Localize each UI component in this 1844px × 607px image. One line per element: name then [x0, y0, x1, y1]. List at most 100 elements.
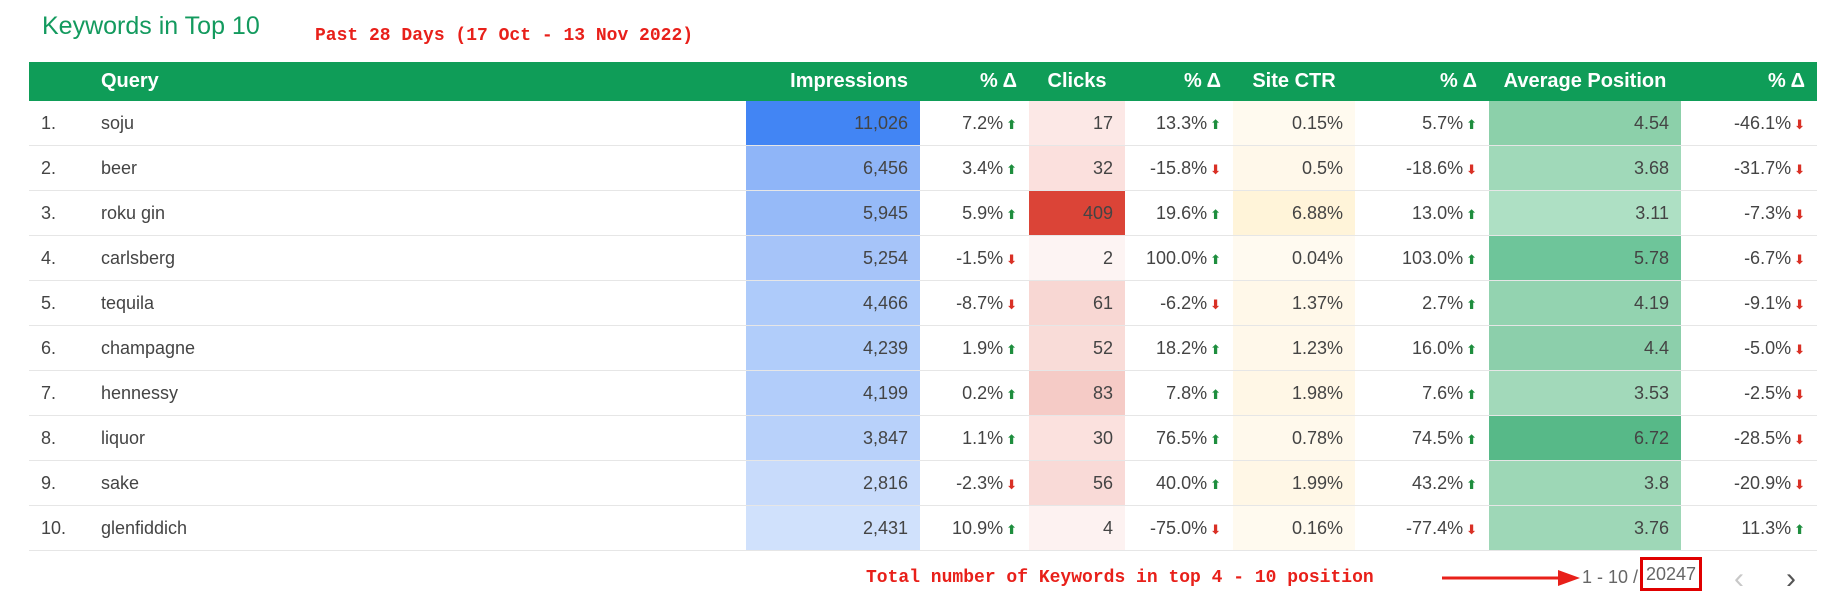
impressions-delta-cell: 1.9% ⬆: [920, 325, 1029, 371]
arrow-up-icon: ⬆: [1466, 116, 1477, 132]
impressions-header[interactable]: Impressions: [746, 62, 920, 101]
arrow-down-icon: ⬇: [1794, 341, 1805, 357]
average-position-cell: 3.8: [1489, 460, 1681, 506]
impressions-cell: 2,431: [746, 505, 920, 551]
table-row[interactable]: 4. carlsberg 5,254 -1.5% ⬇ 2 100.0% ⬆ 0.04% 103.0…: [29, 235, 1817, 281]
arrow-down-icon: ⬇: [1210, 296, 1221, 312]
site-ctr-delta-cell: 13.0% ⬆: [1355, 190, 1489, 236]
arrow-up-icon: ⬆: [1006, 341, 1017, 357]
chevron-right-icon[interactable]: ›: [1776, 564, 1806, 596]
arrow-up-icon: ⬆: [1466, 431, 1477, 447]
arrow-up-icon: ⬆: [1006, 116, 1017, 132]
site-ctr-header[interactable]: Site CTR: [1233, 62, 1355, 101]
delta-value: 11.3%: [1741, 517, 1792, 538]
arrow-down-icon: ⬇: [1794, 386, 1805, 402]
arrow-down-icon: ⬇: [1794, 296, 1805, 312]
arrow-up-icon: ⬆: [1466, 341, 1477, 357]
average-position-cell: 4.4: [1489, 325, 1681, 371]
arrow-down-icon: ⬇: [1794, 251, 1805, 267]
average-position-delta-cell: -20.9% ⬇: [1681, 460, 1817, 506]
site-ctr-cell: 0.04%: [1233, 235, 1355, 281]
query-header[interactable]: Query: [89, 62, 746, 101]
clicks-delta-header[interactable]: % Δ: [1125, 62, 1233, 101]
query-cell: soju: [89, 101, 746, 146]
average-position-delta-cell: -6.7% ⬇: [1681, 235, 1817, 281]
table-row[interactable]: 9. sake 2,816 -2.3% ⬇ 56 40.0% ⬆ 1.99% 43.2% ⬆ 3.8-…: [29, 460, 1817, 506]
average-position-cell: 6.72: [1489, 415, 1681, 461]
arrow-up-icon: ⬆: [1466, 296, 1477, 312]
table-row[interactable]: 3. roku gin 5,945 5.9% ⬆ 409 19.6% ⬆ 6.88% 13.0% ⬆…: [29, 190, 1817, 236]
arrow-down-icon: ⬇: [1210, 161, 1221, 177]
average-position-cell: 4.19: [1489, 280, 1681, 326]
query-cell: tequila: [89, 280, 746, 326]
arrow-up-icon: ⬆: [1210, 476, 1221, 492]
table-row[interactable]: 6. champagne 4,239 1.9% ⬆ 52 18.2% ⬆ 1.23% 16.0% ⬆…: [29, 325, 1817, 371]
query-cell: carlsberg: [89, 235, 746, 281]
delta-value: -18.6%: [1406, 157, 1464, 178]
arrow-down-icon: ⬇: [1006, 296, 1017, 312]
clicks-header[interactable]: Clicks: [1029, 62, 1125, 101]
total-keywords-annotation: Total number of Keywords in top 4 - 10 p…: [866, 568, 1374, 588]
delta-value: 40.0%: [1156, 472, 1208, 493]
impressions-cell: 2,816: [746, 460, 920, 506]
chevron-left-icon[interactable]: ‹: [1724, 564, 1754, 596]
impressions-delta-cell: 10.9% ⬆: [920, 505, 1029, 551]
table-row[interactable]: 1. soju 11,026 7.2% ⬆ 17 13.3% ⬆ 0.15% 5.7% ⬆ 4.54-…: [29, 101, 1817, 146]
average-position-delta-cell: -5.0% ⬇: [1681, 325, 1817, 371]
impressions-delta-cell: 1.1% ⬆: [920, 415, 1029, 461]
average-position-cell: 4.54: [1489, 101, 1681, 146]
site-ctr-delta-cell: -18.6% ⬇: [1355, 145, 1489, 191]
average-position-cell: 3.11: [1489, 190, 1681, 236]
rank-cell: 9.: [29, 460, 89, 506]
delta-value: -31.7%: [1734, 157, 1792, 178]
delta-value: -5.0%: [1744, 337, 1792, 358]
delta-value: -75.0%: [1150, 517, 1208, 538]
clicks-delta-cell: 19.6% ⬆: [1125, 190, 1233, 236]
site-ctr-delta-cell: 2.7% ⬆: [1355, 280, 1489, 326]
average-position-header[interactable]: Average Position: [1489, 62, 1681, 101]
delta-value: 13.0%: [1412, 202, 1464, 223]
arrow-down-icon: ⬇: [1794, 206, 1805, 222]
impressions-cell: 4,199: [746, 370, 920, 416]
arrow-down-icon: ⬇: [1006, 251, 1017, 267]
impressions-delta-cell: 0.2% ⬆: [920, 370, 1029, 416]
impressions-delta-cell: -2.3% ⬇: [920, 460, 1029, 506]
table-row[interactable]: 7. hennessy 4,199 0.2% ⬆ 83 7.8% ⬆ 1.98% 7.6% ⬆ 3.5…: [29, 370, 1817, 416]
table-row[interactable]: 8. liquor 3,847 1.1% ⬆ 30 76.5% ⬆ 0.78% 74.5% ⬆ 6.7…: [29, 415, 1817, 461]
average-position-delta-cell: -9.1% ⬇: [1681, 280, 1817, 326]
table-row[interactable]: 2. beer 6,456 3.4% ⬆ 32 -15.8% ⬇ 0.5% -18.6% ⬇ 3.68…: [29, 145, 1817, 191]
site-ctr-delta-cell: 43.2% ⬆: [1355, 460, 1489, 506]
keywords-table: Query Impressions % Δ Clicks % Δ Site CT…: [29, 62, 1817, 551]
delta-value: -9.1%: [1744, 292, 1792, 313]
query-cell: beer: [89, 145, 746, 191]
site-ctr-cell: 1.98%: [1233, 370, 1355, 416]
arrow-up-icon: ⬆: [1210, 386, 1221, 402]
arrow-up-icon: ⬆: [1466, 251, 1477, 267]
impressions-delta-header[interactable]: % Δ: [920, 62, 1029, 101]
clicks-delta-cell: -6.2% ⬇: [1125, 280, 1233, 326]
delta-value: 103.0%: [1402, 247, 1464, 268]
delta-value: -15.8%: [1150, 157, 1208, 178]
clicks-cell: 83: [1029, 370, 1125, 416]
average-position-delta-cell: 11.3% ⬆: [1681, 505, 1817, 551]
rank-cell: 10.: [29, 505, 89, 551]
clicks-cell: 30: [1029, 415, 1125, 461]
rank-cell: 1.: [29, 101, 89, 146]
arrow-up-icon: ⬆: [1006, 161, 1017, 177]
delta-value: 0.2%: [962, 382, 1004, 403]
delta-value: -6.2%: [1160, 292, 1208, 313]
clicks-delta-cell: -75.0% ⬇: [1125, 505, 1233, 551]
delta-value: -2.5%: [1744, 382, 1792, 403]
delta-value: 10.9%: [952, 517, 1004, 538]
pagination-total: 20247: [1640, 557, 1702, 591]
impressions-cell: 6,456: [746, 145, 920, 191]
query-cell: sake: [89, 460, 746, 506]
average-position-delta-header[interactable]: % Δ: [1681, 62, 1817, 101]
clicks-cell: 61: [1029, 280, 1125, 326]
table-row[interactable]: 5. tequila 4,466 -8.7% ⬇ 61 -6.2% ⬇ 1.37% 2.7% ⬆ 4.…: [29, 280, 1817, 326]
average-position-cell: 3.76: [1489, 505, 1681, 551]
arrow-down-icon: ⬇: [1466, 161, 1477, 177]
table-row[interactable]: 10. glenfiddich 2,431 10.9% ⬆ 4 -75.0% ⬇ 0.16% -7…: [29, 505, 1817, 551]
site-ctr-delta-header[interactable]: % Δ: [1355, 62, 1489, 101]
impressions-cell: 5,254: [746, 235, 920, 281]
